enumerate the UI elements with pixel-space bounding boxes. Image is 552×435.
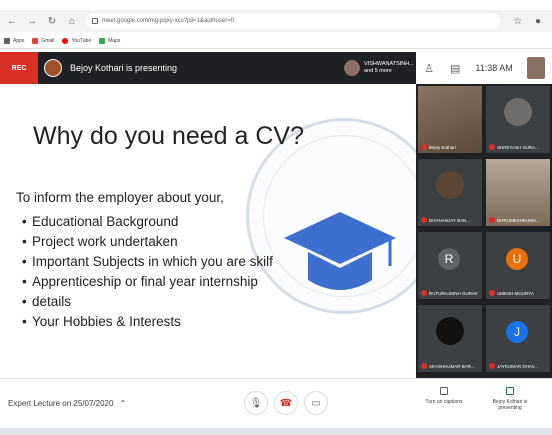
mic-button[interactable]: 🎙 xyxy=(244,391,268,415)
bullet-item: Apprenticeship or final year internship xyxy=(22,272,273,292)
participant-letter-avatar: R xyxy=(438,248,460,270)
maps-icon xyxy=(99,37,106,44)
participant-photo xyxy=(436,171,464,199)
home-icon[interactable]: ⌂ xyxy=(64,13,80,29)
captions-button[interactable]: Turn on captions xyxy=(420,387,468,405)
mic-off-icon xyxy=(489,217,495,223)
back-icon[interactable]: ← xyxy=(4,13,20,29)
bullet-item: Your Hobbies & Interests xyxy=(22,312,273,332)
bookmark-apps[interactable]: Apps xyxy=(4,37,24,44)
browser-toolbar: ← → ↻ ⌂ meet.google.com/mg-pqxy-xcs?pli=… xyxy=(0,10,552,32)
bullet-continuation: details xyxy=(22,292,273,312)
participant-tile[interactable]: DHRUMESHKUMA... xyxy=(486,159,550,226)
participant-tile[interactable]: J JAYKUMAR DHAV... xyxy=(486,305,550,372)
participant-video xyxy=(418,86,482,153)
participant-video xyxy=(486,159,550,226)
clock: 11:38 AM xyxy=(475,63,513,73)
bookmark-youtube[interactable]: YouTube xyxy=(62,37,91,44)
participant-tile[interactable]: R RUTURAJSINH GURAV xyxy=(418,232,482,299)
meet-right-header: ♙ ▤ 11:38 AM xyxy=(416,52,552,84)
present-icon xyxy=(506,387,514,395)
star-icon[interactable]: ☆ xyxy=(510,13,526,29)
bookmark-gmail[interactable]: Gmail xyxy=(32,37,54,44)
reload-icon[interactable]: ↻ xyxy=(44,13,60,29)
participant-photo xyxy=(504,98,532,126)
self-view-icon[interactable] xyxy=(526,57,545,79)
graduation-cap-icon xyxy=(284,212,396,290)
viewer-summary: VISHWANATSINH... and 5 more xyxy=(364,61,414,74)
present-now-button[interactable]: Bejoy Kothari is presenting xyxy=(486,387,534,411)
participant-letter-avatar: J xyxy=(506,321,528,343)
shared-slide: Why do you need a CV? To inform the empl… xyxy=(0,84,416,382)
camera-button[interactable]: ▭ xyxy=(304,391,328,415)
lock-icon xyxy=(92,18,98,24)
mic-off-icon xyxy=(489,290,495,296)
bullet-item: Educational Background xyxy=(22,212,273,232)
gmail-icon xyxy=(32,37,39,44)
screen: ← → ↻ ⌂ meet.google.com/mg-pqxy-xcs?pli=… xyxy=(0,0,552,435)
apps-icon xyxy=(4,37,10,44)
forward-icon[interactable]: → xyxy=(24,13,40,29)
meeting-details[interactable]: Expert Lecture on 25/07/2020 ⌃ xyxy=(8,399,126,408)
participant-letter-avatar: U xyxy=(506,248,528,270)
mic-off-icon xyxy=(421,144,427,150)
taskbar-strip xyxy=(0,428,552,435)
slide-title: Why do you need a CV? xyxy=(33,122,304,150)
bullet-item: Project work undertaken xyxy=(22,232,273,252)
recording-badge: REC xyxy=(0,52,38,84)
viewer-avatar xyxy=(344,60,360,76)
slide-bullets: Educational Background Project work unde… xyxy=(22,212,273,332)
captions-icon xyxy=(440,387,448,395)
bullet-item: Important Subjects in which you are skil… xyxy=(22,252,273,272)
chevron-up-icon: ⌃ xyxy=(119,399,127,408)
mic-off-icon xyxy=(489,144,495,150)
participant-tile[interactable]: AKASHKUMAR BAR... xyxy=(418,305,482,372)
participant-tile[interactable]: U UMESH MOURYA xyxy=(486,232,550,299)
participant-tile[interactable]: SHREYASH SURA... xyxy=(486,86,550,153)
bookmark-maps[interactable]: Maps xyxy=(99,37,120,44)
mic-off-icon xyxy=(421,363,427,369)
participant-photo xyxy=(436,317,464,345)
slide-intro: To inform the employer about your, xyxy=(16,190,224,205)
people-icon[interactable]: ♙ xyxy=(423,62,435,75)
address-bar[interactable]: meet.google.com/mg-pqxy-xcs?pli=1&authus… xyxy=(86,13,500,29)
bookmarks-bar: Apps Gmail YouTube Maps xyxy=(0,33,552,49)
chat-icon[interactable]: ▤ xyxy=(449,62,461,75)
participant-tile[interactable]: Bejoy Kothari xyxy=(418,86,482,153)
mic-off-icon xyxy=(421,217,427,223)
presenter-avatar xyxy=(44,59,62,77)
mic-off-icon xyxy=(421,290,427,296)
end-call-button[interactable]: ☎ xyxy=(274,391,298,415)
mic-off-icon xyxy=(489,363,495,369)
profile-icon[interactable]: ● xyxy=(530,13,546,29)
participants-grid: Bejoy Kothari SHREYASH SURA... DHANANJAY… xyxy=(416,84,552,378)
presentation-header: REC Bejoy Kothari is presenting VISHWANA… xyxy=(0,52,416,84)
participant-tile[interactable]: DHANANJAY BAN... xyxy=(418,159,482,226)
youtube-icon xyxy=(62,37,69,44)
meeting-controls: Expert Lecture on 25/07/2020 ⌃ 🎙 ☎ ▭ Tur… xyxy=(0,378,552,428)
presenter-status: Bejoy Kothari is presenting xyxy=(70,63,178,73)
url-text: meet.google.com/mg-pqxy-xcs?pli=1&authus… xyxy=(102,18,235,24)
